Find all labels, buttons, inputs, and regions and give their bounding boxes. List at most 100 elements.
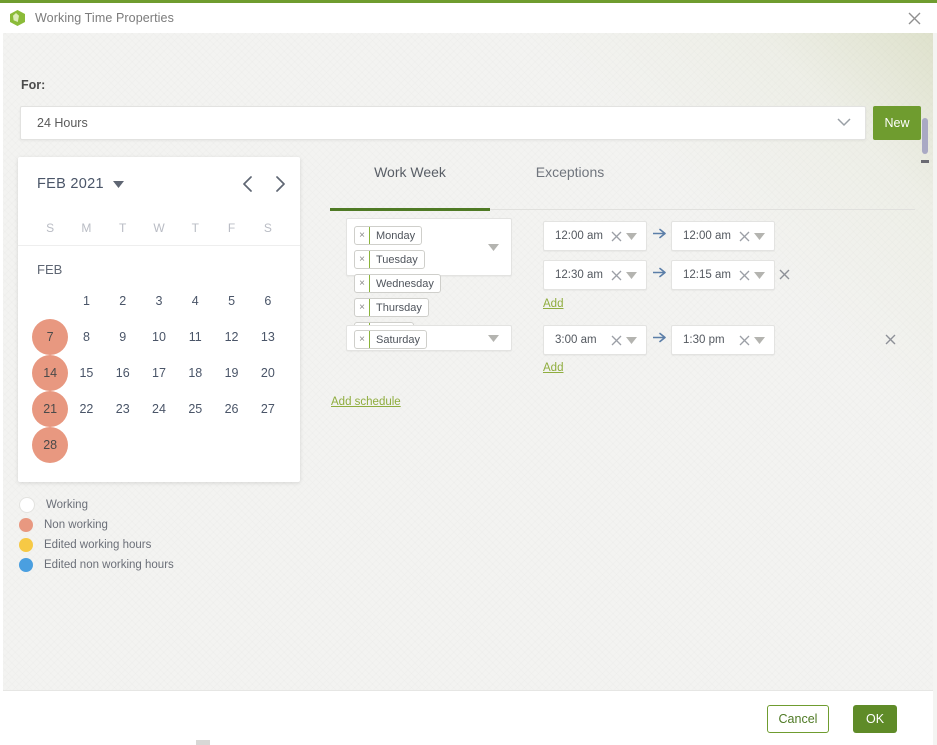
- calendar-day[interactable]: 28: [32, 427, 68, 463]
- close-icon[interactable]: [891, 3, 937, 33]
- calendar-day[interactable]: 19: [213, 355, 249, 391]
- calendar-day-number: 26: [224, 402, 239, 416]
- calendar-day-number: 3: [155, 294, 163, 308]
- day-chip[interactable]: × Wednesday: [354, 274, 441, 293]
- caret-down-icon[interactable]: [488, 329, 499, 347]
- clear-icon[interactable]: [739, 270, 750, 281]
- tab-exceptions[interactable]: Exceptions: [490, 164, 650, 198]
- calendar-day-number: 28: [43, 438, 58, 452]
- time-from-1-0[interactable]: 3:00 am: [543, 325, 647, 355]
- calendar-day[interactable]: 12: [213, 319, 249, 355]
- calendar-day[interactable]: 15: [68, 355, 104, 391]
- clear-icon[interactable]: [739, 335, 750, 346]
- app-hexagon-icon: [10, 10, 26, 26]
- calendar-day[interactable]: 24: [141, 391, 177, 427]
- add-time-link-0[interactable]: Add: [543, 298, 563, 310]
- calendar-day[interactable]: 18: [177, 355, 213, 391]
- clear-icon[interactable]: [611, 270, 622, 281]
- legend-row: Non working: [19, 515, 174, 535]
- day-chip[interactable]: × Thursday: [354, 298, 429, 317]
- calendar-day[interactable]: 6: [250, 283, 286, 319]
- add-schedule-link[interactable]: Add schedule: [331, 396, 401, 408]
- caret-down-icon[interactable]: [488, 238, 499, 256]
- calendar-day[interactable]: 20: [250, 355, 286, 391]
- calendar-day[interactable]: 4: [177, 283, 213, 319]
- time-from-0-0[interactable]: 12:00 am: [543, 221, 647, 251]
- time-from-0-1[interactable]: 12:30 am: [543, 260, 647, 290]
- calendar-day[interactable]: 2: [105, 283, 141, 319]
- chip-remove-icon[interactable]: ×: [355, 331, 370, 348]
- calendar-day[interactable]: 17: [141, 355, 177, 391]
- calendar-day[interactable]: 22: [68, 391, 104, 427]
- clear-icon[interactable]: [611, 335, 622, 346]
- calendar-month-short: FEB: [37, 262, 63, 277]
- calendar-day[interactable]: 26: [213, 391, 249, 427]
- day-header: F: [227, 221, 236, 235]
- caret-down-icon[interactable]: [626, 232, 637, 240]
- caret-down-icon[interactable]: [754, 271, 765, 279]
- calendar-day-number: 23: [115, 402, 130, 416]
- calendar-day[interactable]: 5: [213, 283, 249, 319]
- schedule-days-select-0[interactable]: × Monday × Tuesday × Wednesday × Thursda…: [346, 218, 512, 341]
- day-chip[interactable]: × Tuesday: [354, 250, 425, 269]
- day-chip[interactable]: × Saturday: [354, 330, 428, 349]
- scrollbar-thumb[interactable]: [922, 118, 928, 154]
- time-value: 12:00 am: [555, 230, 603, 242]
- calendar-day-number: 17: [152, 366, 166, 380]
- clear-icon[interactable]: [739, 231, 750, 242]
- add-time-link-1[interactable]: Add: [543, 362, 563, 374]
- calendar-day[interactable]: 16: [105, 355, 141, 391]
- calendar-day-number: 6: [264, 294, 272, 308]
- cancel-button[interactable]: Cancel: [767, 705, 829, 733]
- tab-underline: [330, 208, 915, 211]
- calendar-day[interactable]: 21: [32, 391, 68, 427]
- caret-down-icon[interactable]: [112, 175, 124, 193]
- calendar-day[interactable]: 11: [177, 319, 213, 355]
- content-scrollbar[interactable]: [919, 66, 930, 690]
- chevron-left-icon[interactable]: [242, 176, 253, 192]
- schedule-days-select-1[interactable]: × Saturday: [346, 325, 512, 351]
- chip-remove-icon[interactable]: ×: [355, 275, 370, 292]
- time-to-0-0[interactable]: 12:00 am: [671, 221, 775, 251]
- calendar-day[interactable]: 8: [68, 319, 104, 355]
- time-to-1-0[interactable]: 1:30 pm: [671, 325, 775, 355]
- calendar-day[interactable]: 3: [141, 283, 177, 319]
- calendar-day[interactable]: 23: [105, 391, 141, 427]
- calendar-day-empty: [105, 427, 141, 463]
- calendar-day-number: 24: [152, 402, 166, 416]
- time-to-0-1[interactable]: 12:15 am: [671, 260, 775, 290]
- legend-label: Edited non working hours: [44, 559, 174, 571]
- tab-active-indicator: [330, 208, 490, 211]
- chip-remove-icon[interactable]: ×: [355, 251, 370, 268]
- chip-remove-icon[interactable]: ×: [355, 227, 370, 244]
- calendar-day[interactable]: 27: [250, 391, 286, 427]
- caret-down-icon[interactable]: [754, 336, 765, 344]
- tab-work-week[interactable]: Work Week: [330, 164, 490, 198]
- calendar-day-number: 2: [119, 294, 127, 308]
- new-button[interactable]: New: [873, 106, 921, 140]
- remove-schedule-icon-1[interactable]: [885, 332, 896, 350]
- calendar-day[interactable]: 10: [141, 319, 177, 355]
- calendar-day[interactable]: 1: [68, 283, 104, 319]
- calendar-day-number: 13: [260, 330, 275, 344]
- remove-time-row-icon[interactable]: [779, 267, 790, 285]
- time-value: 3:00 am: [555, 334, 597, 346]
- chevron-right-icon[interactable]: [275, 176, 286, 192]
- caret-down-icon[interactable]: [626, 336, 637, 344]
- clear-icon[interactable]: [611, 231, 622, 242]
- caret-down-icon[interactable]: [626, 271, 637, 279]
- caret-down-icon[interactable]: [754, 232, 765, 240]
- calendar-week: 28: [32, 427, 286, 463]
- for-select[interactable]: 24 Hours: [20, 106, 866, 140]
- calendar-day[interactable]: 25: [177, 391, 213, 427]
- ok-button[interactable]: OK: [853, 705, 897, 733]
- calendar-day[interactable]: 14: [32, 355, 68, 391]
- chevron-down-icon: [837, 114, 851, 132]
- tabs: Work Week Exceptions: [330, 164, 915, 211]
- chip-remove-icon[interactable]: ×: [355, 299, 370, 316]
- day-chip[interactable]: × Monday: [354, 226, 423, 245]
- arrow-right-icon: [653, 267, 667, 278]
- calendar-day[interactable]: 13: [250, 319, 286, 355]
- calendar-day[interactable]: 7: [32, 319, 68, 355]
- calendar-day[interactable]: 9: [105, 319, 141, 355]
